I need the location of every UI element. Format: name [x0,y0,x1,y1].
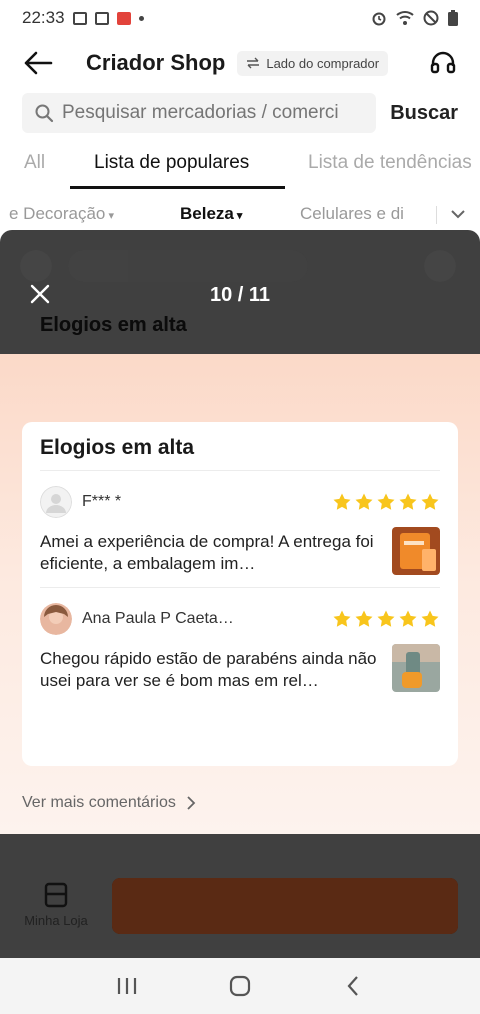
product-photo [392,644,440,692]
reviewer-name: F*** * [82,493,122,510]
search-input[interactable] [62,102,362,124]
dimmed-card-title: Elogios em alta [40,314,187,336]
avatar [40,603,72,635]
chevron-down-icon [451,210,465,219]
review-item: F*** * Amei a experiência de compra! A e… [40,471,440,587]
star-rating [332,492,440,512]
do-not-disturb-icon [423,10,439,26]
store-icon [44,882,68,908]
headset-icon [430,51,456,74]
image-counter: 10 / 11 [209,284,271,306]
dimmed-my-store: Minha Loja [20,882,92,942]
more-notifications-icon [138,15,144,21]
search-button[interactable]: Buscar [390,102,458,125]
star-icon [421,493,439,510]
review-photo-thumbnail[interactable] [392,527,440,575]
gallery-icon [72,11,87,25]
recent-apps-button[interactable] [107,966,147,1006]
app-notification-icon [116,11,131,25]
buyer-side-toggle[interactable]: Lado do comprador [237,50,389,76]
dimmed-buy-button [112,878,458,934]
tab-trending[interactable]: Lista de tendências [308,152,472,174]
home-button[interactable] [220,966,260,1006]
ranking-tabs: All Lista de populares Lista de tendênci… [0,140,480,190]
wifi-icon [396,11,414,25]
app-screen: 22:33 Criador Shop Lado do comprador Pes… [0,0,480,1014]
tab-popular[interactable]: Lista de populares [94,152,249,174]
viewer-slide[interactable]: Elogios em alta F*** * Amei a experiênci… [0,354,480,834]
top-app-bar: Criador Shop Lado do comprador [0,36,480,90]
back-button[interactable] [20,45,56,81]
star-icon [399,610,417,627]
category-label: Beleza [180,204,234,223]
dimmed-toolbar [20,248,460,284]
swap-icon [247,57,260,69]
alarm-icon [372,12,386,26]
review-text: Amei a experiência de compra! A entrega … [40,532,374,573]
tab-all[interactable]: All [24,152,45,174]
my-store-label: Minha Loja [24,913,88,928]
category-beauty[interactable]: Beleza ▾ [180,204,242,224]
active-tab-indicator [70,186,285,189]
see-more-comments-link[interactable]: Ver mais comentários [22,794,196,812]
caret-down-icon: ▾ [105,210,114,222]
battery-icon [448,10,458,26]
star-icon [355,610,373,627]
search-row: Buscar [0,92,480,134]
review-header: Ana Paula P Caeta… [40,602,440,636]
default-avatar-icon [40,486,72,518]
home-icon [229,975,251,997]
praise-card-title: Elogios em alta [40,436,195,459]
star-icon [399,493,417,510]
star-icon [421,610,439,627]
search-box[interactable] [22,93,376,133]
review-text: Chegou rápido estão de parabéns ainda nã… [40,649,377,690]
customer-support-button[interactable] [426,46,460,80]
recent-apps-icon [117,978,136,994]
star-icon [333,493,351,510]
category-phones[interactable]: Celulares e di [300,204,432,224]
clock: 22:33 [22,8,65,27]
category-divider [436,206,437,224]
see-more-label: Ver mais comentários [22,794,176,811]
user-photo-avatar [40,603,72,635]
star-icon [377,493,395,510]
back-nav-button[interactable] [333,966,373,1006]
arrow-left-icon [24,51,53,75]
review-item: Ana Paula P Caeta… Chegou rápido estão d… [40,588,440,704]
chevron-right-icon [187,796,196,810]
avatar [40,486,72,518]
review-header: F*** * [40,485,440,519]
notification-icon [94,11,109,25]
category-bar: e Decoração ▾ Beleza ▾ Celulares e di [0,196,480,232]
category-label: e Decoração [9,204,106,223]
star-icon [355,493,373,510]
buyer-side-label: Lado do comprador [266,55,380,71]
caret-down-icon: ▾ [233,210,243,222]
star-rating [332,609,440,629]
status-bar: 22:33 [0,0,480,36]
search-icon [35,104,54,123]
category-home-decor[interactable]: e Decoração ▾ [9,204,114,224]
star-icon [333,610,351,627]
system-navigation-bar [0,958,480,1014]
expand-categories-button[interactable] [446,202,470,226]
star-icon [377,610,395,627]
page-title: Criador Shop [86,50,226,75]
review-photo-thumbnail[interactable] [392,644,440,692]
product-photo [392,527,440,575]
praise-card: Elogios em alta F*** * Amei a experiênci… [22,422,458,766]
reviewer-name: Ana Paula P Caeta… [82,610,234,627]
back-chevron-icon [347,976,359,996]
